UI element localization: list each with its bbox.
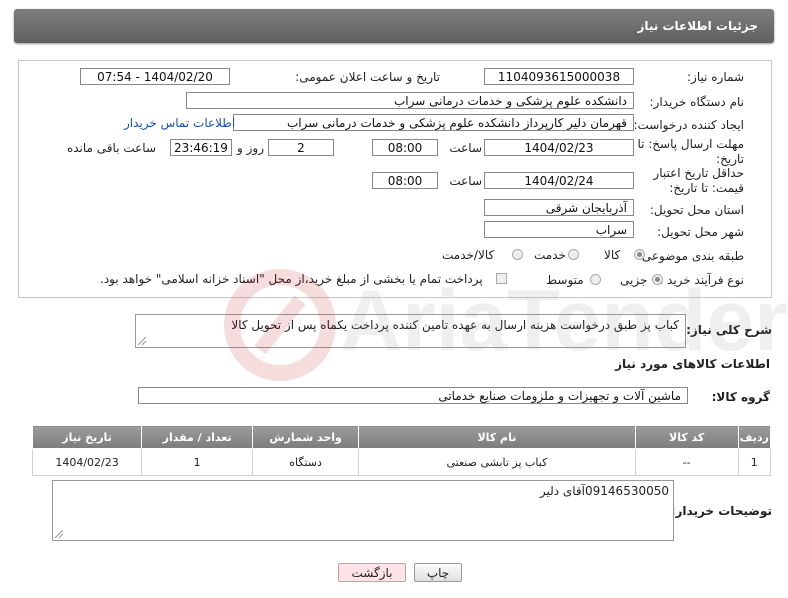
category-option-goods-service: کالا/خدمت <box>442 248 495 262</box>
category-label: طبقه بندی موضوعی: <box>637 249 744 263</box>
buyer-org-field: دانشکده علوم پزشکی و خدمات درمانی سراب <box>186 92 634 109</box>
remaining-label: ساعت باقی مانده <box>66 141 156 155</box>
buyer-notes-text: 09146530050آقای دلیر <box>539 484 669 498</box>
description-label: شرح کلی نیاز: <box>686 323 772 337</box>
need-number-field: 1104093615000038 <box>484 68 634 85</box>
deadline-label: مهلت ارسال پاسخ: تا تاریخ: <box>637 137 744 166</box>
buyer-contact-link[interactable]: اطلاعات تماس خریدار <box>124 116 235 130</box>
cell-need-date: 1404/02/23 <box>31 448 143 476</box>
goods-section-title: اطلاعات کالاهای مورد نیاز <box>615 357 770 371</box>
category-option-goods: کالا <box>604 248 621 262</box>
deadline-date-field: 1404/02/23 <box>484 139 634 156</box>
cell-quantity: 1 <box>141 448 254 476</box>
process-option-partial: جزیی <box>620 273 648 287</box>
col-row: ردیف <box>737 425 772 449</box>
remaining-time-field: 23:46:19 <box>170 139 232 156</box>
category-radio-goods[interactable] <box>634 249 645 260</box>
back-button[interactable]: بازگشت <box>338 563 406 582</box>
col-name: نام کالا <box>358 425 636 449</box>
goods-table: ردیف کد کالا نام کالا واحد شمارش تعداد /… <box>31 425 772 476</box>
payment-note: پرداخت تمام یا بخشی از مبلغ خرید،از محل … <box>100 272 483 286</box>
cell-name: کباب پز تابشی صنعتی <box>358 448 636 476</box>
goods-group-field: ماشین آلات و تجهیزات و ملزومات صنایع خدم… <box>138 387 688 404</box>
resize-handle-icon[interactable] <box>138 337 146 345</box>
resize-handle-icon[interactable] <box>55 530 63 538</box>
validity-date-field: 1404/02/24 <box>484 172 634 189</box>
cell-unit: دستگاه <box>252 448 360 476</box>
days-field: 2 <box>268 139 334 156</box>
goods-group-label: گروه کالا: <box>711 390 770 404</box>
table-row: 1 -- کباب پز تابشی صنعتی دستگاه 1 1404/0… <box>31 448 772 476</box>
goods-table-header: ردیف کد کالا نام کالا واحد شمارش تعداد /… <box>31 425 772 449</box>
page-title: جزئیات اطلاعات نیاز <box>637 19 758 33</box>
province-label: استان محل تحویل: <box>649 203 744 217</box>
province-field: آذربایجان شرقی <box>484 199 634 216</box>
city-field: سراب <box>484 221 634 238</box>
col-need-date: تاریخ نیاز <box>31 425 143 449</box>
col-code: کد کالا <box>634 425 739 449</box>
process-label: نوع فرآیند خرید : <box>659 273 744 287</box>
deadline-time-label: ساعت <box>449 141 482 155</box>
validity-time-label: ساعت <box>449 174 482 188</box>
process-radio-medium[interactable] <box>590 274 601 285</box>
treasury-checkbox[interactable] <box>496 273 507 284</box>
validity-label: حداقل تاریخ اعتبار قیمت: تا تاریخ: <box>653 166 744 195</box>
category-option-service: خدمت <box>534 248 566 262</box>
need-number-label: شماره نیاز: <box>687 70 744 84</box>
announce-field: 1404/02/20 - 07:54 <box>80 68 230 85</box>
cell-row: 1 <box>737 448 772 476</box>
creator-label: ایجاد کننده درخواست: <box>633 118 744 132</box>
category-radio-service[interactable] <box>568 249 579 260</box>
category-radio-goods-service[interactable] <box>512 249 523 260</box>
description-textarea[interactable]: کباب پز طبق درخواست هزینه ارسال به عهده … <box>135 314 686 348</box>
announce-label: تاریخ و ساعت اعلان عمومی: <box>295 70 440 84</box>
creator-field: قهرمان دلیر کارپرداز دانشکده علوم پزشکی … <box>233 114 634 131</box>
buyer-notes-label: توضیحات خریدار: <box>670 504 772 518</box>
col-quantity: تعداد / مقدار <box>141 425 254 449</box>
buyer-org-label: نام دستگاه خریدار: <box>649 95 745 109</box>
description-text: کباب پز طبق درخواست هزینه ارسال به عهده … <box>231 318 679 332</box>
page-header: جزئیات اطلاعات نیاز <box>14 9 774 43</box>
days-label: روز و <box>237 141 264 155</box>
cell-code: -- <box>634 448 739 476</box>
deadline-time-field: 08:00 <box>372 139 438 156</box>
city-label: شهر محل تحویل: <box>657 225 744 239</box>
process-option-medium: متوسط <box>546 273 584 287</box>
col-unit: واحد شمارش <box>252 425 360 449</box>
process-radio-partial[interactable] <box>652 274 663 285</box>
buyer-notes-textarea[interactable]: 09146530050آقای دلیر <box>52 480 674 541</box>
print-button[interactable]: چاپ <box>414 563 462 582</box>
validity-time-field: 08:00 <box>372 172 438 189</box>
